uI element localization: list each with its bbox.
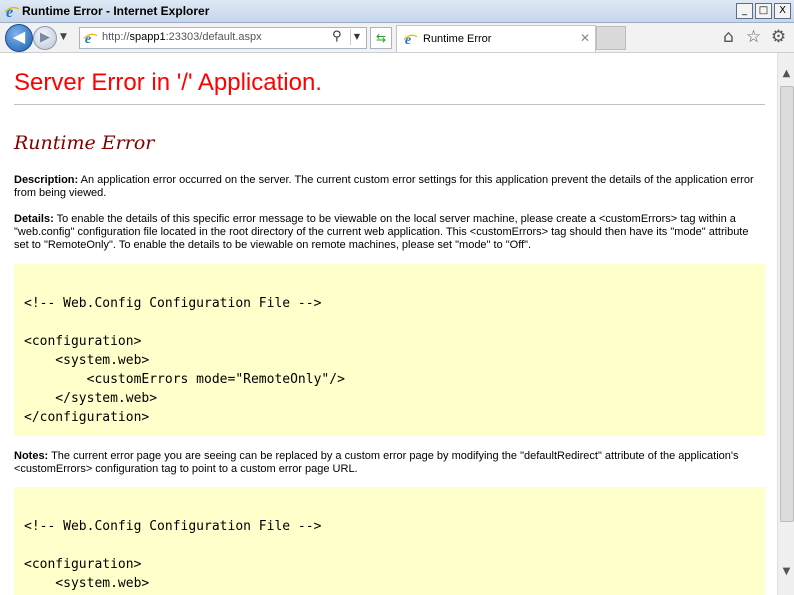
close-window-button[interactable]: X <box>774 3 791 19</box>
close-tab-icon[interactable]: ✕ <box>580 31 590 45</box>
description-text: An application error occurred on the ser… <box>14 174 754 199</box>
url-prefix: http:// <box>102 31 130 43</box>
svg-text:e: e <box>85 31 91 45</box>
title-divider <box>14 104 765 105</box>
settings-gear-icon[interactable]: ⚙ <box>769 26 788 48</box>
scroll-down-icon[interactable]: ▼ <box>778 563 794 580</box>
scrollbar-thumb[interactable] <box>780 86 794 522</box>
description-label: Description: <box>14 174 79 186</box>
address-bar[interactable]: e http://spapp1:23303/default.aspx ⚲ ▼ <box>79 27 367 49</box>
page-content: Server Error in '/' Application. Runtime… <box>0 53 777 595</box>
url-path: :23303/default.aspx <box>165 31 262 43</box>
vertical-scrollbar[interactable]: ▲ ▼ <box>777 53 794 595</box>
code-sample-1-text: <!-- Web.Config Configuration File --> <… <box>24 296 345 425</box>
forward-button[interactable]: ▶ <box>33 26 57 50</box>
search-icon[interactable]: ⚲ <box>332 29 342 44</box>
scroll-up-icon[interactable]: ▲ <box>778 65 794 82</box>
window-title: Runtime Error - Internet Explorer <box>22 4 210 18</box>
notes-paragraph: Notes: The current error page you are se… <box>14 450 764 476</box>
forward-arrow-icon: ▶ <box>40 30 50 45</box>
history-dropdown-icon[interactable]: ▼ <box>60 32 67 42</box>
details-text: To enable the details of this specific e… <box>14 213 749 251</box>
page-ie-icon: e <box>83 31 98 45</box>
back-button[interactable]: ◀ <box>5 24 33 52</box>
favorites-star-icon[interactable]: ☆ <box>744 26 763 48</box>
svg-text:e: e <box>405 32 411 46</box>
tab-ie-icon: e <box>403 32 418 46</box>
notes-text: The current error page you are seeing ca… <box>14 450 739 475</box>
restore-button[interactable]: □ <box>755 3 772 19</box>
code-sample-1: <!-- Web.Config Configuration File --> <… <box>14 264 765 436</box>
new-tab-button[interactable] <box>596 26 626 50</box>
code-sample-2-text: <!-- Web.Config Configuration File --> <… <box>24 519 322 591</box>
page-title: Server Error in '/' Application. <box>14 69 322 96</box>
navigation-bar: ◀ ▶ ▼ e http://spapp1:23303/default.aspx… <box>0 23 794 53</box>
description-paragraph: Description: An application error occurr… <box>14 174 764 200</box>
tab-runtime-error[interactable]: e Runtime Error ✕ <box>396 25 596 52</box>
details-label: Details: <box>14 213 54 225</box>
address-dropdown-icon[interactable]: ▼ <box>350 29 363 45</box>
svg-text:e: e <box>6 4 13 19</box>
back-arrow-icon: ◀ <box>12 27 26 46</box>
address-url[interactable]: http://spapp1:23303/default.aspx <box>102 31 262 43</box>
url-host: spapp1 <box>129 31 166 43</box>
error-type-heading: Runtime Error <box>14 132 155 154</box>
home-icon[interactable]: ⌂ <box>719 26 738 48</box>
notes-label: Notes: <box>14 450 49 462</box>
ie-logo-icon: e <box>4 4 20 19</box>
window-titlebar: e Runtime Error - Internet Explorer _ □ … <box>0 0 794 23</box>
minimize-button[interactable]: _ <box>736 3 753 19</box>
tab-label: Runtime Error <box>423 33 492 45</box>
code-sample-2: <!-- Web.Config Configuration File --> <… <box>14 487 765 595</box>
refresh-icon[interactable]: ⇆ <box>370 27 392 49</box>
details-paragraph: Details: To enable the details of this s… <box>14 213 764 252</box>
